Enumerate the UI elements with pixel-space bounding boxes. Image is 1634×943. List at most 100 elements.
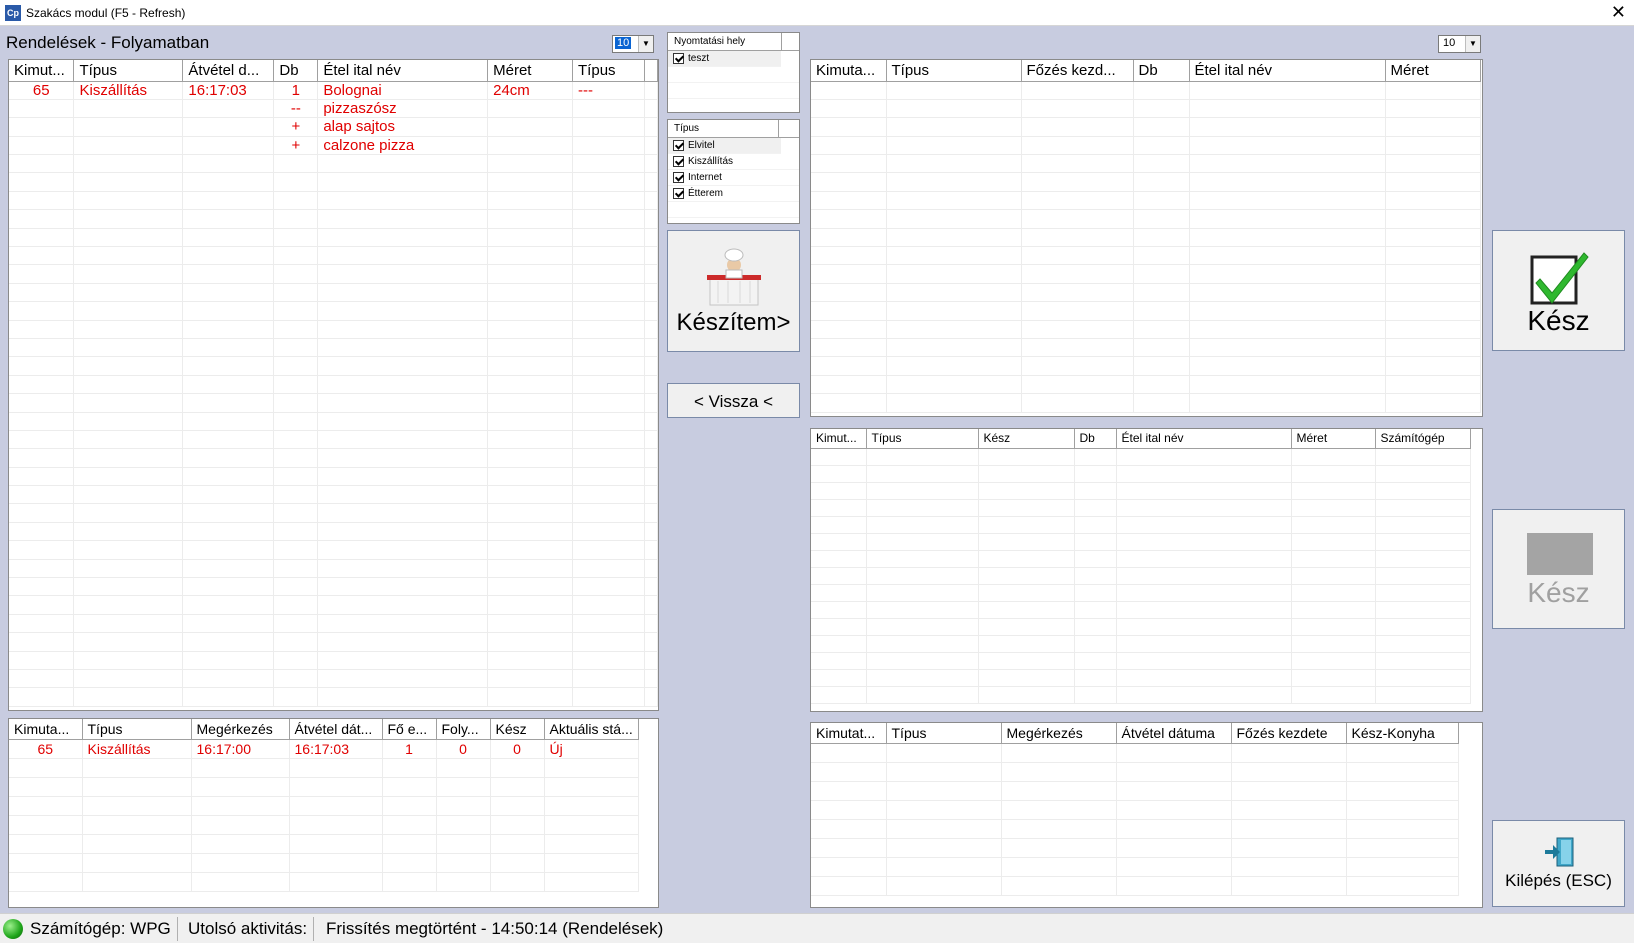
table-row[interactable] [811,209,1481,229]
column-header[interactable]: Méret [1385,60,1481,82]
table-row[interactable] [9,577,658,597]
table-row[interactable]: + calzone pizza [9,136,658,156]
column-header[interactable]: Átvétel dát... [289,719,383,740]
table-row[interactable] [9,246,658,266]
start-cooking-button[interactable]: Készítem> [667,230,800,352]
table-row[interactable] [811,838,1459,858]
column-header[interactable]: Típus [572,60,645,82]
table-row[interactable] [9,872,639,892]
done-button[interactable]: Kész [1492,230,1625,351]
table-row[interactable] [811,465,1471,483]
table-row[interactable] [9,467,658,487]
cooking-grid[interactable]: Kimuta... Típus Főzés kezd... Db Étel ital n… [810,59,1483,417]
right-page-size-select[interactable]: 10 ▼ [1438,35,1481,53]
table-row[interactable] [811,264,1481,284]
table-row[interactable] [811,618,1471,636]
column-header[interactable]: Étel ital név [1116,429,1292,449]
table-row[interactable]: + alap sajtos [9,117,658,137]
checkbox-checked-icon[interactable] [673,140,684,151]
table-row[interactable] [9,503,658,523]
table-row[interactable] [811,301,1481,321]
table-row[interactable] [9,191,658,211]
table-row[interactable] [811,762,1459,782]
checkbox-checked-icon[interactable] [673,53,684,64]
table-row[interactable] [811,482,1471,500]
table-row[interactable] [811,81,1481,100]
table-row[interactable] [811,550,1471,568]
table-row[interactable] [811,338,1481,358]
table-row[interactable] [9,669,658,689]
table-row[interactable] [9,651,658,671]
table-row[interactable] [9,815,639,835]
column-header[interactable]: Kész [490,719,545,740]
table-row[interactable] [811,228,1481,248]
table-row[interactable] [811,499,1471,517]
table-row[interactable] [811,136,1481,156]
table-row[interactable] [811,99,1481,119]
column-header[interactable]: Kimuta... [9,719,83,740]
table-row[interactable] [9,687,658,707]
column-header[interactable]: Főzés kezd... [1021,60,1134,82]
column-header[interactable]: Megérkezés [1001,723,1117,744]
order-summary-grid[interactable]: Kimuta... Típus Megérkezés Átvétel dát... Fő… [8,718,659,908]
table-row[interactable] [9,375,658,395]
checkbox-item[interactable]: Internet [668,170,799,186]
column-header[interactable]: Kimuta... [811,60,887,82]
table-row[interactable] [9,209,658,229]
column-header[interactable]: Kész-Konyha [1346,723,1459,744]
table-row[interactable] [9,393,658,413]
column-header[interactable]: Kimut... [811,429,867,449]
column-header[interactable]: Típus [73,60,184,82]
column-header[interactable]: Db [273,60,319,82]
table-row[interactable] [9,485,658,505]
table-row[interactable]: 65 Kiszállítás 16:17:03 1 Bolognai 24cm --- [9,81,658,100]
table-row[interactable] [9,301,658,321]
table-row[interactable] [811,743,1459,763]
table-row[interactable] [9,796,639,816]
checkbox-checked-icon[interactable] [673,156,684,167]
table-row[interactable] [811,876,1459,896]
table-row[interactable] [811,781,1459,801]
column-header[interactable]: Főzés kezdete [1231,723,1347,744]
table-row[interactable] [811,567,1471,585]
table-row[interactable] [811,533,1471,551]
table-row[interactable] [9,540,658,560]
kitchen-summary-grid[interactable]: Kimutat... Típus Megérkezés Átvétel dátuma F… [810,722,1483,908]
table-row[interactable] [9,777,639,797]
column-header[interactable]: Kész [978,429,1075,449]
table-row[interactable] [9,228,658,248]
table-row[interactable] [9,614,658,634]
table-row[interactable] [811,283,1481,303]
table-row[interactable] [811,393,1481,413]
checkbox-checked-icon[interactable] [673,188,684,199]
table-row[interactable] [9,758,639,778]
done-button-secondary[interactable]: Kész [1492,509,1625,629]
table-row[interactable] [9,632,658,652]
table-row[interactable] [9,356,658,376]
column-header[interactable]: Étel ital név [1189,60,1386,82]
checkbox-item[interactable]: teszt [668,51,781,67]
table-row[interactable] [811,320,1481,339]
column-header[interactable]: Méret [487,60,574,82]
table-row[interactable] [811,246,1481,266]
back-button[interactable]: < Vissza < [667,383,800,418]
column-header[interactable]: Aktuális stá... [544,719,639,740]
table-row[interactable] [811,584,1471,602]
column-header[interactable]: Kimut... [9,60,75,82]
checkbox-checked-icon[interactable] [673,172,684,183]
table-row[interactable] [9,595,658,615]
table-row[interactable] [811,172,1481,192]
close-icon[interactable]: ✕ [1611,2,1626,22]
column-header[interactable]: Számítógép [1375,429,1471,449]
column-header[interactable]: Db [1133,60,1190,82]
table-row[interactable] [811,819,1459,839]
table-row[interactable] [9,430,658,450]
table-row[interactable] [811,669,1471,687]
checkbox-item[interactable]: Kiszállítás [668,154,799,170]
column-header[interactable]: Típus [886,723,1002,744]
table-row[interactable] [9,320,658,339]
checkbox-item[interactable]: Étterem [668,186,799,202]
table-row[interactable] [9,283,658,303]
column-header[interactable]: Átvétel dátuma [1116,723,1232,744]
table-row[interactable] [9,559,658,579]
